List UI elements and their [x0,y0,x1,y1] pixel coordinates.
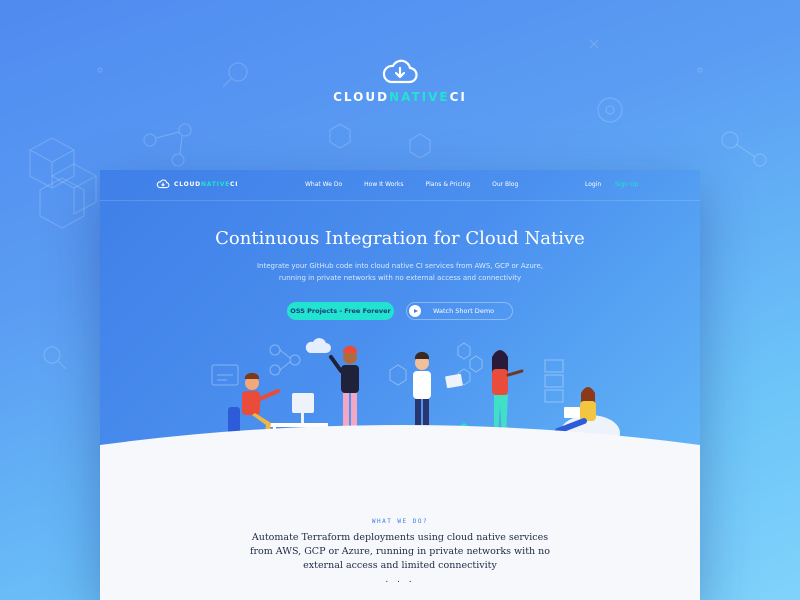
oss-projects-button[interactable]: OSS Projects - Free Forever [287,302,394,320]
nav-link-our-blog[interactable]: Our Blog [492,181,518,188]
hero-wave [100,425,700,495]
nav-logo-cloud: CLOUD [174,180,201,188]
watch-demo-button[interactable]: Watch Short Demo [406,302,513,320]
top-navbar: CLOUDNATIVECI What We Do How It Works Pl… [100,170,700,201]
section-body: Automate Terraform deployments using clo… [100,531,700,573]
section-body-line: Automate Terraform deployments using clo… [251,532,549,543]
cloud-logo-icon [156,179,170,189]
brand-wordmark: CLOUDNATIVECI [0,90,800,104]
website-preview: CLOUDNATIVECI What We Do How It Works Pl… [100,170,700,600]
hero-subtitle-line: running in private networks with no exte… [278,274,522,282]
nav-logo-ci: CI [230,180,239,188]
nav-logo-native: NATIVE [200,180,231,188]
section-eyebrow: WHAT WE DO? [371,518,429,525]
brand-part-ci: CI [449,90,467,104]
login-link[interactable]: Login [585,181,601,188]
cloud-icon [305,338,331,353]
watch-demo-label: Watch Short Demo [433,307,495,315]
ellipsis-dots: . . . [385,575,415,585]
hero-title: Continuous Integration for Cloud Native [215,228,585,249]
brand-part-cloud: CLOUD [333,90,390,104]
nav-link-how-it-works[interactable]: How It Works [364,181,403,188]
cloud-download-icon [382,59,418,84]
play-icon [409,305,421,317]
signup-link[interactable]: Sign Up [615,181,638,188]
what-we-do-section: WHAT WE DO? Automate Terraform deploymen… [100,518,700,585]
hero-subtitle: Integrate your GitHub code into cloud na… [250,260,550,284]
nav-links: What We Do How It Works Plans & Pricing … [305,181,540,188]
section-body-line: external access and limited connectivity [303,560,497,571]
nav-logo[interactable]: CLOUDNATIVECI [156,179,238,189]
hero-subtitle-line: Integrate your GitHub code into cloud na… [256,262,544,270]
brand-header: CLOUDNATIVECI [0,58,800,104]
brand-part-native: NATIVE [389,90,450,104]
section-body-line: from AWS, GCP or Azure, running in priva… [249,546,551,557]
nav-link-what-we-do[interactable]: What We Do [305,181,342,188]
nav-link-plans-pricing[interactable]: Plans & Pricing [426,181,471,188]
